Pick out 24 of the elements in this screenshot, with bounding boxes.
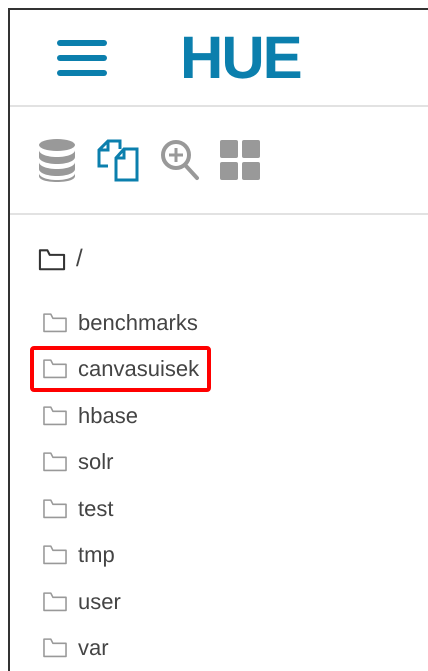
folder-item[interactable]: var [30, 624, 121, 671]
folder-item[interactable]: test [30, 485, 126, 532]
documents-icon[interactable] [96, 138, 140, 182]
folder-item[interactable]: solr [30, 438, 126, 485]
folder-item[interactable]: canvasuisek [30, 346, 212, 392]
folder-icon [42, 590, 68, 612]
folder-item[interactable]: tmp [30, 532, 127, 578]
logo: HUE [180, 28, 301, 88]
folder-icon [42, 637, 68, 658]
folder-icon [42, 312, 68, 333]
folder-item[interactable]: benchmarks [30, 299, 210, 346]
grid-icon[interactable] [220, 140, 260, 180]
folder-icon [38, 248, 66, 270]
folder-icon [42, 498, 68, 519]
folder-icon [42, 358, 68, 380]
folder-icon [42, 544, 68, 566]
folder-icon [42, 404, 68, 426]
menu-button[interactable] [56, 38, 108, 78]
root-folder-link[interactable]: / [76, 241, 83, 277]
database-icon[interactable] [38, 138, 76, 182]
folder-item[interactable]: user [30, 578, 133, 624]
folder-icon [42, 451, 68, 472]
folder-item[interactable]: hbase [30, 392, 150, 438]
zoom-in-icon[interactable] [160, 139, 200, 181]
